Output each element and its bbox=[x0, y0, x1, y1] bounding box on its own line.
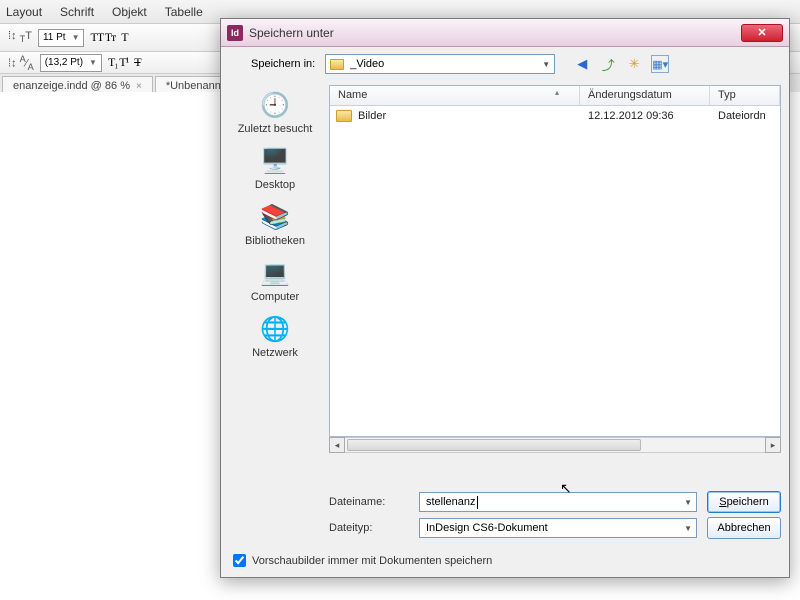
place-libraries[interactable]: 📚Bibliotheken bbox=[227, 201, 323, 247]
horizontal-scrollbar[interactable]: ◂ ▸ bbox=[329, 437, 781, 453]
scroll-thumb[interactable] bbox=[347, 439, 641, 451]
file-list: ▴ Name Änderungsdatum Typ Bilder 12.12.2… bbox=[329, 85, 781, 437]
places-bar: 🕘Zuletzt besucht 🖥️Desktop 📚Bibliotheken… bbox=[225, 83, 325, 467]
save-button[interactable]: Speichern bbox=[707, 491, 781, 513]
dialog-title: Speichern unter bbox=[249, 26, 334, 40]
menu-layout[interactable]: Layout bbox=[6, 5, 42, 19]
dialog-bottom: Dateiname: stellenanz▼ Speichern Dateity… bbox=[329, 489, 781, 541]
menu-objekt[interactable]: Objekt bbox=[112, 5, 147, 19]
cancel-button[interactable]: Abbrechen bbox=[707, 517, 781, 539]
preview-checkbox-label: Vorschaubilder immer mit Dokumenten spei… bbox=[252, 555, 492, 567]
file-list-header: ▴ Name Änderungsdatum Typ bbox=[330, 86, 780, 106]
folder-icon bbox=[336, 110, 352, 122]
column-name[interactable]: Name bbox=[330, 86, 580, 105]
sort-indicator-icon: ▴ bbox=[555, 88, 559, 97]
font-size-field[interactable]: 11 Pt▼ bbox=[38, 29, 85, 47]
preview-checkbox-row: Vorschaubilder immer mit Dokumenten spei… bbox=[233, 554, 492, 567]
leading-icon: ⁞↕ A⁄A bbox=[8, 54, 34, 72]
view-menu-icon[interactable]: ▦▾ bbox=[651, 55, 669, 73]
filetype-label: Dateityp: bbox=[329, 522, 409, 534]
strike-buttons[interactable]: T₁ T¹ bbox=[108, 55, 128, 70]
filename-label: Dateiname: bbox=[329, 496, 409, 508]
lookin-row: Speichern in: _Video ▼ ◀ ⤴ ✳ ▦▾ bbox=[221, 47, 789, 77]
column-date[interactable]: Änderungsdatum bbox=[580, 86, 710, 105]
scroll-left-icon[interactable]: ◂ bbox=[329, 437, 345, 453]
filetype-combo[interactable]: InDesign CS6-Dokument▼ bbox=[419, 518, 697, 538]
app-icon: Id bbox=[227, 25, 243, 41]
place-network[interactable]: 🌐Netzwerk bbox=[227, 313, 323, 359]
preview-checkbox[interactable] bbox=[233, 554, 246, 567]
fontsize-icon: ⁞↕ TT bbox=[8, 30, 32, 44]
place-desktop[interactable]: 🖥️Desktop bbox=[227, 145, 323, 191]
filename-input[interactable]: stellenanz▼ bbox=[419, 492, 697, 512]
strikethrough-button[interactable]: T bbox=[134, 55, 140, 70]
scroll-right-icon[interactable]: ▸ bbox=[765, 437, 781, 453]
lookin-label: Speichern in: bbox=[251, 58, 315, 70]
lookin-combo[interactable]: _Video ▼ bbox=[325, 54, 555, 74]
folder-icon bbox=[330, 59, 344, 70]
place-recent[interactable]: 🕘Zuletzt besucht bbox=[227, 89, 323, 135]
dialog-titlebar: Id Speichern unter ✕ bbox=[221, 19, 789, 47]
case-button[interactable]: T bbox=[121, 30, 127, 45]
back-icon[interactable]: ◀ bbox=[573, 55, 591, 73]
close-icon[interactable]: × bbox=[136, 81, 142, 92]
menu-schrift[interactable]: Schrift bbox=[60, 5, 94, 19]
up-icon[interactable]: ⤴ bbox=[599, 55, 617, 73]
table-row[interactable]: Bilder 12.12.2012 09:36 Dateiordn bbox=[330, 106, 780, 126]
place-computer[interactable]: 💻Computer bbox=[227, 257, 323, 303]
close-button[interactable]: ✕ bbox=[741, 24, 783, 42]
new-folder-icon[interactable]: ✳ bbox=[625, 55, 643, 73]
save-as-dialog: Id Speichern unter ✕ Speichern in: _Vide… bbox=[220, 18, 790, 578]
caps-buttons[interactable]: TT Tᴛ bbox=[90, 30, 115, 45]
menu-tabelle[interactable]: Tabelle bbox=[165, 5, 203, 19]
column-type[interactable]: Typ bbox=[710, 86, 780, 105]
leading-field[interactable]: (13,2 Pt)▼ bbox=[40, 54, 102, 72]
